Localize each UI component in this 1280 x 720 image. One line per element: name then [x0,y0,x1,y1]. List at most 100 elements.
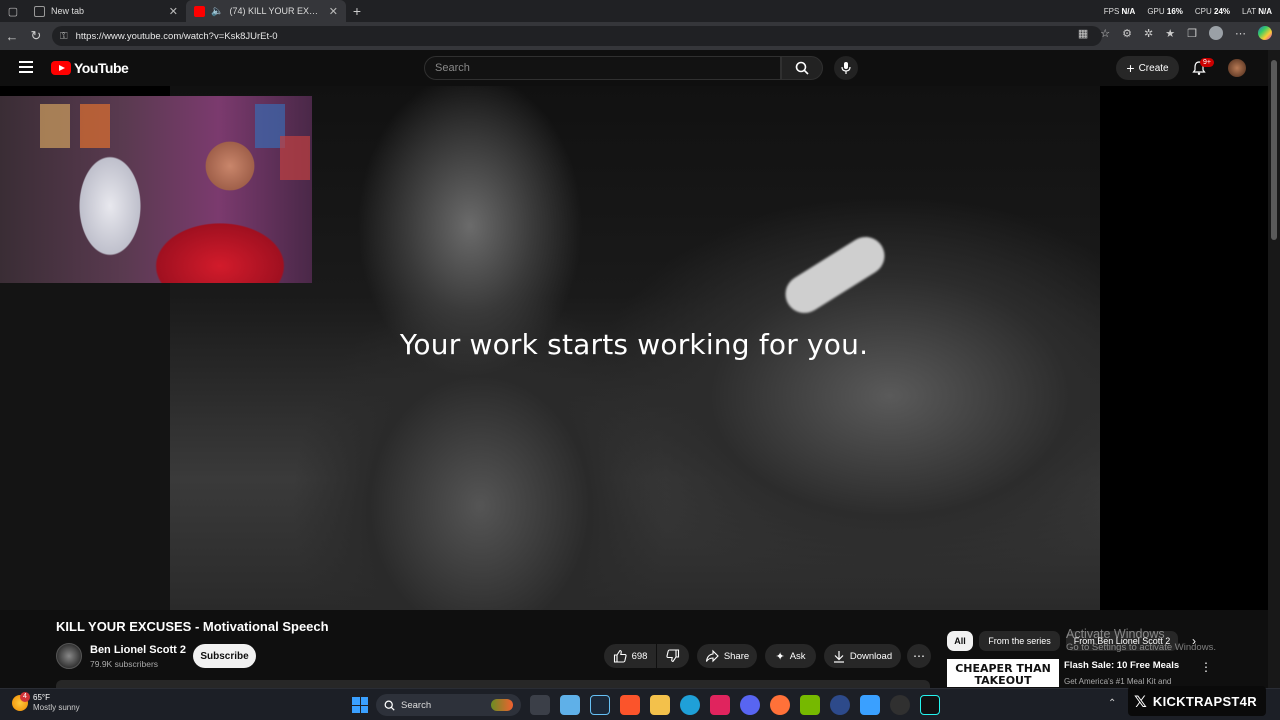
punching-pad-shape [778,229,892,321]
windows-start-icon[interactable] [352,697,368,713]
photos-icon[interactable] [860,695,880,715]
chip-all[interactable]: All [947,631,973,651]
like-button[interactable]: 698 [604,644,656,668]
site-info-icon[interactable]: ⚿ [60,31,68,42]
chip-from-series[interactable]: From the series [979,631,1060,651]
weather-widget[interactable]: 4 65°F Mostly sunny [12,692,80,713]
brave-icon[interactable] [620,695,640,715]
nvidia-icon[interactable] [800,695,820,715]
close-tab-icon[interactable]: ✕ [169,5,178,18]
recommendation-menu-icon[interactable]: ⋮ [1200,660,1212,674]
activate-line1: Activate Windows [1066,627,1165,641]
tab-title: (74) KILL YOUR EXCUSES - M [229,6,322,16]
thumbs-up-icon [613,649,627,663]
more-actions-button[interactable]: ⋯ [907,644,931,668]
obs-icon[interactable] [890,695,910,715]
search-icon [795,61,809,75]
download-icon [833,650,844,663]
download-button[interactable]: Download [824,644,901,668]
search-highlight-icon [491,699,513,711]
search-input[interactable]: Search [424,56,781,80]
firefox-icon[interactable] [770,695,790,715]
youtube-favicon-icon [194,5,205,17]
plus-icon: + [1126,60,1135,76]
tab-title: New tab [51,6,85,16]
description-box[interactable] [56,680,930,688]
tab-actions-icon[interactable]: ▢ [0,0,26,22]
steam-icon[interactable] [590,695,610,715]
recommendation-title[interactable]: Flash Sale: 10 Free Meals [1064,660,1179,671]
new-tab-button[interactable]: + [346,3,368,19]
webcam-overlay [0,96,312,283]
windows-activation-watermark: Activate Windows Go to Settings to activ… [1066,627,1216,653]
reload-icon[interactable]: ↻ [24,28,48,44]
favorite-star-icon[interactable]: ☆ [1100,27,1110,40]
share-button[interactable]: Share [697,644,757,668]
ask-button[interactable]: ✦ Ask [765,644,816,668]
tab-youtube[interactable]: 🔈 (74) KILL YOUR EXCUSES - M ✕ [186,0,346,22]
collections-icon[interactable]: ❐ [1187,27,1197,40]
tab-new-tab[interactable]: New tab ✕ [26,0,186,22]
new-tab-favicon-icon [34,5,45,17]
stat-lat: LAT N/A [1242,6,1272,16]
page-scrollbar[interactable] [1268,50,1280,688]
app-icon[interactable] [830,695,850,715]
ask-label: Ask [789,650,806,662]
account-avatar[interactable] [1228,59,1246,77]
sparkle-icon: ✦ [775,650,785,663]
channel-avatar[interactable] [56,643,82,669]
logo-text: YouTube [74,60,129,76]
share-arrow-icon [705,649,719,663]
speaker-icon[interactable]: 🔈 [211,6,223,17]
address-bar-row: ← ↻ ⚿ https://www.youtube.com/watch?v=Ks… [0,22,1280,50]
copilot-icon[interactable] [1258,26,1272,40]
stat-gpu: GPU 16% [1147,6,1183,16]
youtube-logo[interactable]: YouTube [51,60,129,76]
youtube-play-icon [51,61,71,75]
url-text: https://www.youtube.com/watch?v=Ksk8JUrE… [75,30,278,42]
menu-dots-icon[interactable]: ⋯ [1235,27,1246,40]
subscribe-button[interactable]: Subscribe [193,644,256,668]
youtube-header: YouTube Search + Create 9+ [0,50,1280,86]
extension-icon[interactable]: ⚙ [1122,27,1132,40]
voice-search-button[interactable] [834,56,858,80]
url-field[interactable]: ⚿ https://www.youtube.com/watch?v=Ksk8JU… [52,26,1102,46]
thumbs-down-icon [666,649,680,663]
app-view-icon[interactable]: ▦ [1078,27,1088,40]
back-arrow-icon[interactable]: ← [0,29,24,44]
notepad-icon[interactable] [560,695,580,715]
taskbar-search[interactable]: Search [376,694,521,716]
menu-icon[interactable] [19,61,33,73]
activate-line2: Go to Settings to activate Windows. [1066,642,1216,653]
dislike-button[interactable] [657,644,689,668]
edge-icon[interactable] [680,695,700,715]
scrollbar-thumb[interactable] [1271,60,1277,240]
tiktok-live-icon[interactable] [710,695,730,715]
favorites-icon[interactable]: ★ [1165,27,1175,40]
channel-name[interactable]: Ben Lionel Scott 2 [90,644,186,656]
x-logo-icon: 𝕏 [1134,691,1147,711]
like-count: 698 [631,650,648,662]
performance-overlay: FPS N/A GPU 16% CPU 24% LAT N/A [1104,0,1272,22]
stat-fps: FPS N/A [1103,6,1136,16]
video-player[interactable]: Your work starts working for you. [0,86,1268,610]
video-title: KILL YOUR EXCUSES - Motivational Speech [56,619,329,634]
create-button[interactable]: + Create [1116,56,1179,80]
recommendation-subtitle: Get America's #1 Meal Kit and [1064,677,1172,686]
social-handle-overlay: 𝕏 KICKTRAPST4R [1128,686,1266,716]
browser-toolbar: ▦ ☆ ⚙ ✲ ★ ❐ ⋯ [1078,26,1272,40]
recommendation-thumbnail[interactable]: CHEAPER THAN TAKEOUT [947,659,1059,687]
discord-icon[interactable] [740,695,760,715]
more-dots-icon: ⋯ [913,649,925,663]
search-button[interactable] [781,56,823,80]
windows-taskbar: 4 65°F Mostly sunny Search ⌃ [0,688,1280,720]
extensions-puzzle-icon[interactable]: ✲ [1144,27,1153,40]
create-label: Create [1138,62,1169,74]
file-explorer-icon[interactable] [650,695,670,715]
task-view-icon[interactable] [530,695,550,715]
tray-chevron-icon[interactable]: ⌃ [1108,698,1116,709]
profile-avatar-icon[interactable] [1209,26,1223,40]
weather-description: Mostly sunny [33,703,80,712]
tiktok-icon[interactable] [920,695,940,715]
close-tab-icon[interactable]: ✕ [329,5,338,18]
